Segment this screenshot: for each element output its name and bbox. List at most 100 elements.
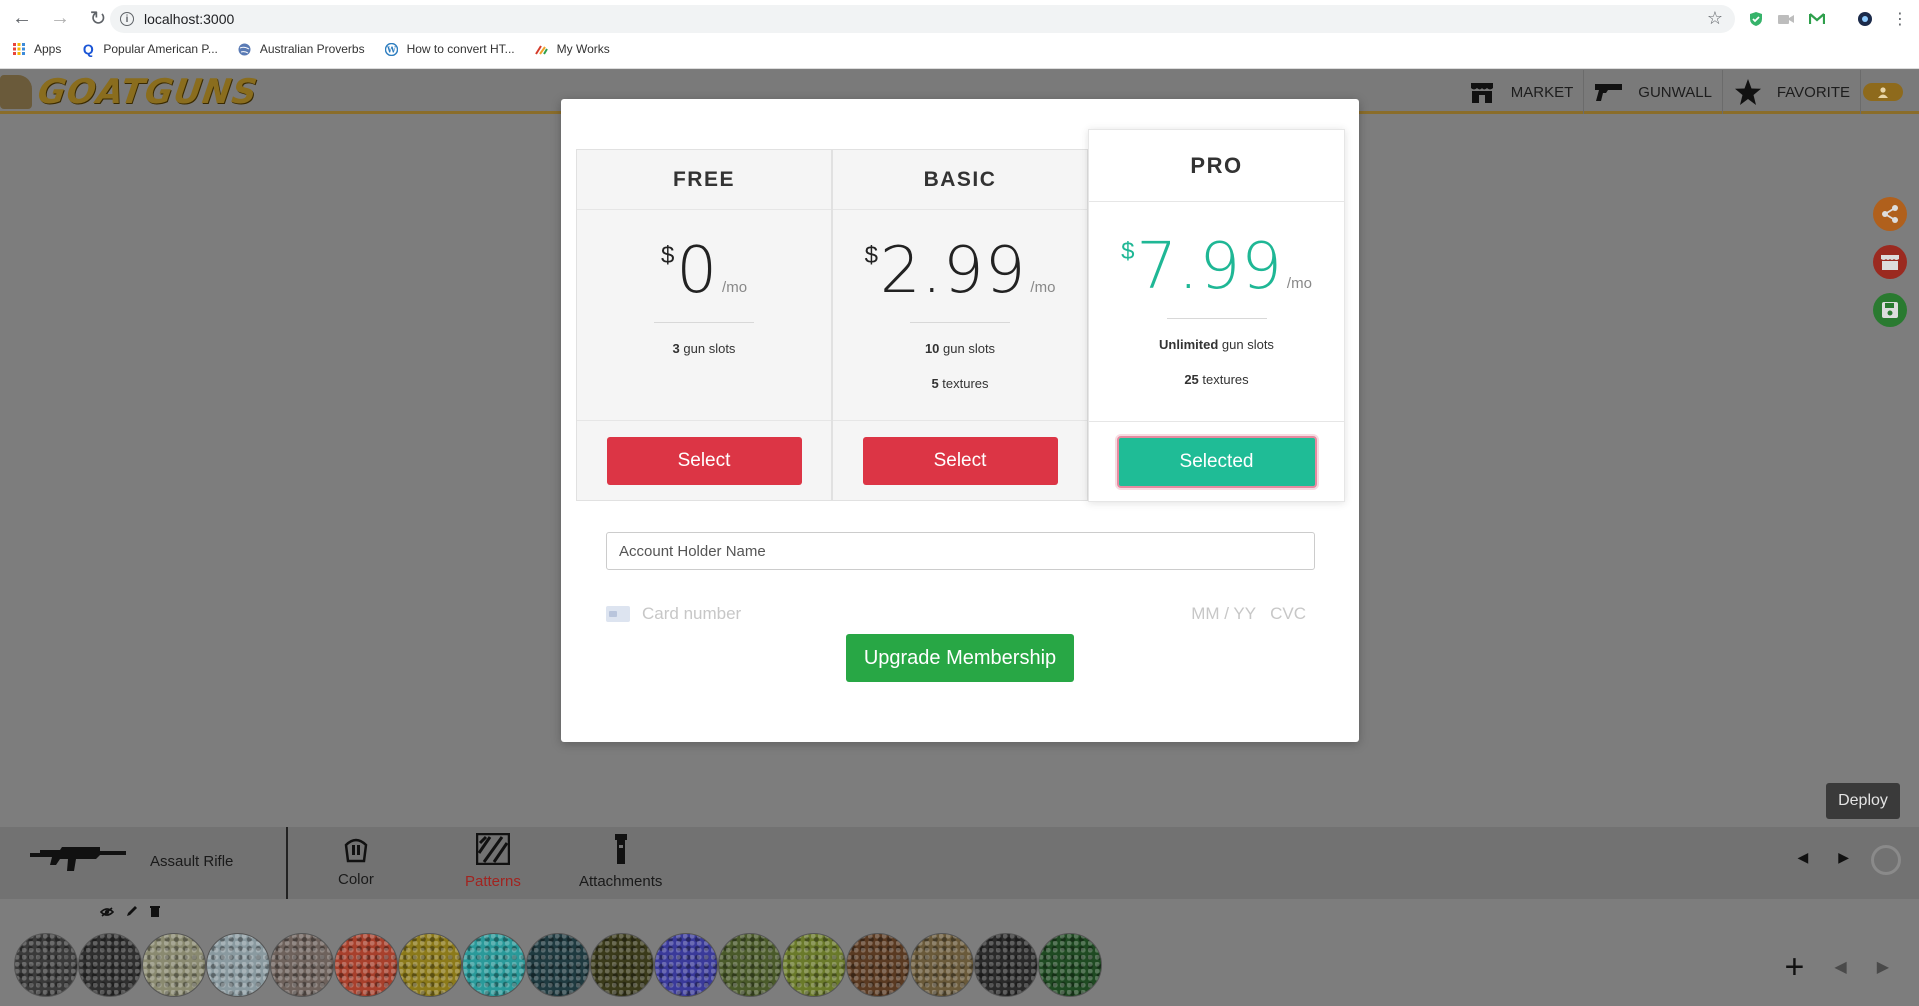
browser-chrome: ← → ↻ i localhost:3000 ☆ ⋮ Apps Q Popula… — [0, 0, 1919, 69]
market-shortcut-button[interactable] — [1873, 245, 1907, 279]
add-pattern-icon[interactable]: + — [1785, 950, 1805, 984]
tool-label: Color — [338, 871, 374, 888]
plan-footer: Select — [833, 420, 1087, 500]
pattern-swatch[interactable] — [270, 933, 334, 997]
svg-text:W: W — [386, 44, 397, 54]
pattern-swatches — [14, 933, 1102, 997]
expiry-field[interactable]: MM / YY — [1191, 604, 1256, 624]
plan-price: $0/mo — [660, 234, 748, 308]
pattern-swatch[interactable] — [462, 933, 526, 997]
nav-market[interactable]: MARKET — [1457, 70, 1585, 114]
pattern-swatch[interactable] — [142, 933, 206, 997]
back-arrow-icon[interactable]: ← — [10, 6, 34, 30]
bookmark-label: Apps — [34, 42, 62, 56]
tab-patterns[interactable]: Patterns — [465, 832, 521, 890]
globe-icon — [238, 42, 252, 56]
swatch-prev-icon[interactable]: ◀ — [1834, 957, 1846, 977]
bookmark-convert-html[interactable]: W How to convert HT... — [385, 42, 515, 56]
tool-label: Attachments — [579, 873, 663, 890]
plan-price: $2.99/mo — [864, 234, 1056, 308]
address-bar[interactable]: i localhost:3000 ☆ — [110, 5, 1735, 33]
bookmark-label: How to convert HT... — [406, 42, 515, 56]
goat-logo-icon — [0, 75, 32, 109]
pattern-swatch[interactable] — [846, 933, 910, 997]
deploy-button[interactable]: Deploy — [1826, 783, 1900, 819]
plan-card-pro: PRO $7.99/mo Unlimited gun slots 25 text… — [1088, 129, 1345, 502]
info-icon[interactable]: i — [120, 12, 134, 26]
weapon-selector[interactable]: Assault Rifle — [30, 841, 233, 882]
nav-favorite[interactable]: FAVORITE — [1723, 70, 1861, 114]
store-icon — [1881, 255, 1899, 270]
pattern-swatch[interactable] — [782, 933, 846, 997]
pattern-swatch[interactable] — [334, 933, 398, 997]
selected-pro-button[interactable]: Selected — [1116, 435, 1317, 488]
pattern-swatch[interactable] — [974, 933, 1038, 997]
pattern-swatch[interactable] — [526, 933, 590, 997]
tab-color[interactable]: Color — [338, 833, 374, 888]
pattern-swatch[interactable] — [398, 933, 462, 997]
trash-icon[interactable] — [150, 904, 160, 922]
bookmark-star-icon[interactable]: ☆ — [1707, 8, 1723, 29]
plan-card-basic: BASIC $2.99/mo 10 gun slots 5 textures S… — [832, 149, 1088, 501]
wordpress-icon: W — [385, 42, 399, 56]
plan-name: PRO — [1089, 130, 1344, 202]
weapon-label: Assault Rifle — [150, 853, 234, 870]
share-button[interactable] — [1873, 197, 1907, 231]
save-button[interactable] — [1873, 293, 1907, 327]
pistol-icon — [1594, 77, 1624, 107]
plan-footer: Selected — [1089, 421, 1344, 501]
bookmark-australian-proverbs[interactable]: Australian Proverbs — [238, 42, 365, 56]
bookmark-my-works[interactable]: My Works — [535, 42, 610, 56]
select-basic-button[interactable]: Select — [862, 436, 1058, 485]
pattern-swatch[interactable] — [590, 933, 654, 997]
bookmark-label: Australian Proverbs — [259, 42, 365, 56]
pattern-swatch[interactable] — [718, 933, 782, 997]
bookmark-quora[interactable]: Q Popular American P... — [81, 41, 218, 57]
camera-extension-icon[interactable] — [1776, 9, 1796, 29]
nav-gunwall[interactable]: GUNWALL — [1584, 70, 1723, 114]
goatguns-logo[interactable]: GOATGUNS — [0, 72, 261, 112]
swatch-next-icon[interactable]: ▶ — [1877, 957, 1889, 977]
browser-nav: ← → ↻ — [10, 6, 110, 30]
gmail-extension-icon[interactable] — [1807, 9, 1827, 29]
rotate-icon[interactable] — [1871, 845, 1901, 875]
prev-arrow-icon[interactable]: ◀ — [1797, 849, 1808, 866]
shield-extension-icon[interactable] — [1746, 9, 1766, 29]
quora-icon: Q — [82, 41, 94, 57]
customize-toolbar: Assault Rifle Color Patterns Attachments… — [0, 827, 1919, 899]
user-avatar-button[interactable] — [1863, 83, 1903, 101]
bookmark-apps[interactable]: Apps — [12, 42, 61, 56]
share-icon — [1882, 205, 1898, 223]
logo-text: GOATGUNS — [35, 72, 261, 112]
swatch-controls: + ◀ ▶ — [1785, 950, 1889, 984]
pattern-swatch[interactable] — [206, 933, 270, 997]
pattern-swatch[interactable] — [654, 933, 718, 997]
profile-extension-icon[interactable] — [1855, 9, 1875, 29]
plan-price: $7.99/mo — [1121, 230, 1312, 304]
bookmark-label: My Works — [556, 42, 610, 56]
card-element[interactable]: Card number MM / YY CVC — [606, 603, 1306, 625]
pattern-swatch[interactable] — [1038, 933, 1102, 997]
select-free-button[interactable]: Select — [606, 436, 802, 485]
edit-pencil-icon[interactable] — [126, 904, 138, 922]
card-number-field[interactable]: Card number — [642, 604, 741, 624]
forward-arrow-icon[interactable]: → — [48, 6, 72, 30]
patterns-icon — [475, 832, 511, 869]
pattern-swatch[interactable] — [14, 933, 78, 997]
plan-name: FREE — [577, 150, 831, 210]
pattern-swatch[interactable] — [910, 933, 974, 997]
tab-attachments[interactable]: Attachments — [579, 833, 662, 890]
bookmark-label: Popular American P... — [103, 42, 218, 56]
user-icon — [1878, 87, 1888, 98]
pattern-swatch[interactable] — [78, 933, 142, 997]
hide-eye-icon[interactable] — [99, 904, 115, 922]
bookmarks-bar: Apps Q Popular American P... Australian … — [12, 41, 610, 57]
account-holder-input[interactable]: Account Holder Name — [606, 532, 1315, 570]
toolbar-divider — [286, 827, 288, 899]
browser-menu-icon[interactable]: ⋮ — [1890, 9, 1910, 29]
next-arrow-icon[interactable]: ▶ — [1838, 849, 1849, 866]
cvc-field[interactable]: CVC — [1270, 604, 1306, 624]
upgrade-membership-button[interactable]: Upgrade Membership — [846, 634, 1074, 682]
plan-divider — [1166, 318, 1267, 319]
reload-icon[interactable]: ↻ — [86, 6, 110, 30]
